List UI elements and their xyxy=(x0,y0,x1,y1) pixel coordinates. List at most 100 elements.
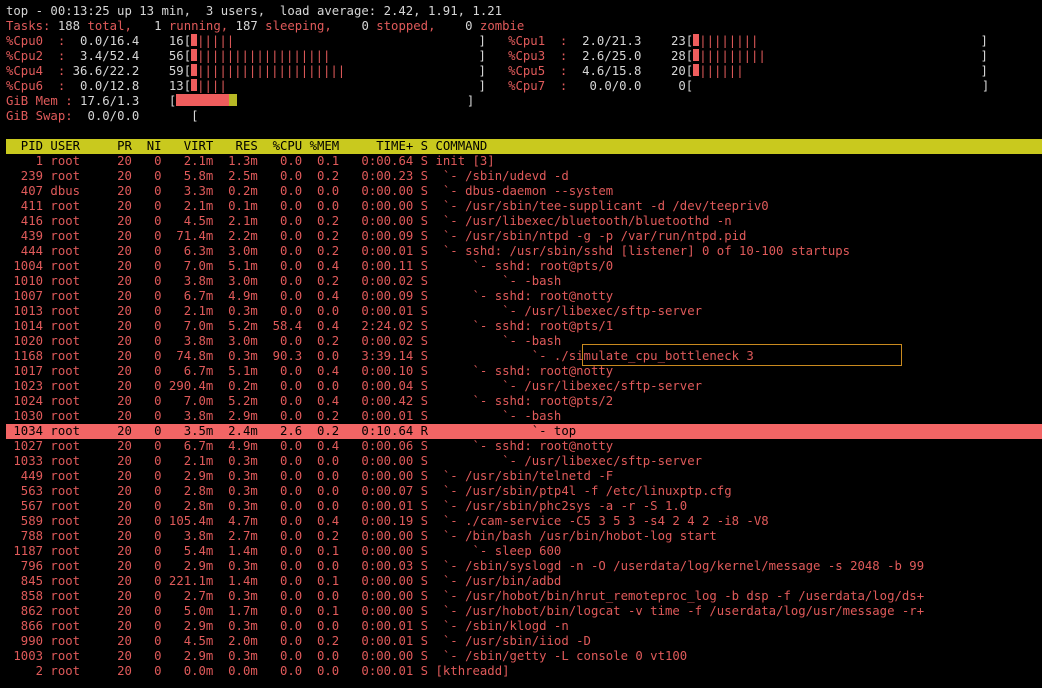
table-row[interactable]: 1010 root 20 0 3.8m 3.0m 0.0 0.2 0:00.02… xyxy=(6,274,1042,289)
cell-mem: 0.0 xyxy=(302,304,340,318)
table-row[interactable]: 1027 root 20 0 6.7m 4.9m 0.0 0.4 0:00.06… xyxy=(6,439,1042,454)
table-row[interactable]: 866 root 20 0 2.9m 0.3m 0.0 0.0 0:00.01 … xyxy=(6,619,1042,634)
cell-virt: 221.1m xyxy=(161,574,214,588)
table-row[interactable]: 1014 root 20 0 7.0m 5.2m 58.4 0.4 2:24.0… xyxy=(6,319,1042,334)
cell-virt: 7.0m xyxy=(161,319,214,333)
cell-time: 0:00.01 xyxy=(339,244,414,258)
cell-pid: 1 xyxy=(6,154,44,168)
cell-mem: 0.4 xyxy=(302,394,340,408)
cell-time: 0:00.00 xyxy=(339,214,414,228)
cell-pr: 20 xyxy=(109,214,132,228)
cell-ni: 0 xyxy=(131,334,162,348)
cell-pid: 1168 xyxy=(6,349,44,363)
cell-res: 0.0m xyxy=(213,664,258,678)
table-row[interactable]: 2 root 20 0 0.0m 0.0m 0.0 0.0 0:00.01 S … xyxy=(6,664,1042,679)
cpu-pct: 20 xyxy=(641,64,686,78)
cell-cpu: 0.0 xyxy=(257,499,303,513)
cell-cpu: 0.0 xyxy=(257,229,303,243)
mem-line: GiB Mem : 17.6/1.3 [ ] xyxy=(6,94,475,108)
cell-command: `- /usr/sbin/iiod -D xyxy=(428,634,591,648)
cell-time: 0:00.01 xyxy=(339,499,414,513)
table-row[interactable]: 411 root 20 0 2.1m 0.1m 0.0 0.0 0:00.00 … xyxy=(6,199,1042,214)
table-row[interactable]: 845 root 20 0 221.1m 1.4m 0.0 0.1 0:00.0… xyxy=(6,574,1042,589)
cell-state: S xyxy=(413,634,429,648)
cell-command: `- sshd: root@pts/0 xyxy=(428,259,614,273)
table-row-selected[interactable]: 1034 root 20 0 3.5m 2.4m 2.6 0.2 0:10.64… xyxy=(6,424,1042,439)
cell-time: 0:00.03 xyxy=(339,559,414,573)
cell-pr: 20 xyxy=(109,334,132,348)
table-row[interactable]: 1030 root 20 0 3.8m 2.9m 0.0 0.2 0:00.01… xyxy=(6,409,1042,424)
table-row[interactable]: 1003 root 20 0 2.9m 0.3m 0.0 0.0 0:00.00… xyxy=(6,649,1042,664)
table-row[interactable]: 1168 root 20 0 74.8m 0.3m 90.3 0.0 3:39.… xyxy=(6,349,1042,364)
table-row[interactable]: 796 root 20 0 2.9m 0.3m 0.0 0.0 0:00.03 … xyxy=(6,559,1042,574)
table-row[interactable]: 858 root 20 0 2.7m 0.3m 0.0 0.0 0:00.00 … xyxy=(6,589,1042,604)
cell-ni: 0 xyxy=(131,259,162,273)
cell-res: 5.1m xyxy=(213,259,258,273)
cell-pr: 20 xyxy=(109,154,132,168)
table-row[interactable]: 788 root 20 0 3.8m 2.7m 0.0 0.2 0:00.00 … xyxy=(6,529,1042,544)
cell-time: 0:00.09 xyxy=(339,229,414,243)
cell-command: `- sshd: /usr/sbin/sshd [listener] 0 of … xyxy=(428,244,851,258)
cell-command: `- sshd: root@notty xyxy=(428,364,614,378)
table-row[interactable]: 1017 root 20 0 6.7m 5.1m 0.0 0.4 0:00.10… xyxy=(6,364,1042,379)
cell-ni: 0 xyxy=(131,574,162,588)
cpu-bar-ticks: |||||| xyxy=(699,64,744,78)
cell-command: `- /usr/sbin/tee-supplicant -d /dev/teep… xyxy=(428,199,769,213)
table-row[interactable]: 563 root 20 0 2.8m 0.3m 0.0 0.0 0:00.07 … xyxy=(6,484,1042,499)
table-row[interactable]: 1033 root 20 0 2.1m 0.3m 0.0 0.0 0:00.00… xyxy=(6,454,1042,469)
cell-user: root xyxy=(43,289,110,303)
cell-pid: 1027 xyxy=(6,439,44,453)
table-row[interactable]: 1023 root 20 0 290.4m 0.2m 0.0 0.0 0:00.… xyxy=(6,379,1042,394)
cell-time: 0:00.00 xyxy=(339,454,414,468)
table-row[interactable]: 416 root 20 0 4.5m 2.1m 0.0 0.2 0:00.00 … xyxy=(6,214,1042,229)
table-row[interactable]: 862 root 20 0 5.0m 1.7m 0.0 0.1 0:00.00 … xyxy=(6,604,1042,619)
cpu-line: %Cpu6 : 0.0/12.8 13[|||| ] %Cpu7 : 0.0/0… xyxy=(6,79,1042,94)
cell-pr: 20 xyxy=(109,409,132,423)
cell-state: S xyxy=(413,469,429,483)
cell-state: S xyxy=(413,484,429,498)
cell-time: 0:00.02 xyxy=(339,274,414,288)
cell-mem: 0.0 xyxy=(302,484,340,498)
table-row[interactable]: 449 root 20 0 2.9m 0.3m 0.0 0.0 0:00.00 … xyxy=(6,469,1042,484)
cell-ni: 0 xyxy=(131,454,162,468)
cell-state: S xyxy=(413,544,429,558)
table-row[interactable]: 589 root 20 0 105.4m 4.7m 0.0 0.4 0:00.1… xyxy=(6,514,1042,529)
table-row[interactable]: 1 root 20 0 2.1m 1.3m 0.0 0.1 0:00.64 S … xyxy=(6,154,1042,169)
table-row[interactable]: 1004 root 20 0 7.0m 5.1m 0.0 0.4 0:00.11… xyxy=(6,259,1042,274)
table-row[interactable]: 444 root 20 0 6.3m 3.0m 0.0 0.2 0:00.01 … xyxy=(6,244,1042,259)
cell-pid: 1033 xyxy=(6,454,44,468)
cell-res: 1.4m xyxy=(213,574,258,588)
cell-pid: 858 xyxy=(6,589,44,603)
column-header-command: COMMAND xyxy=(428,139,488,153)
cell-user: root xyxy=(43,334,110,348)
table-row[interactable]: 439 root 20 0 71.4m 2.2m 0.0 0.2 0:00.09… xyxy=(6,229,1042,244)
cell-user: root xyxy=(43,559,110,573)
cell-pr: 20 xyxy=(109,574,132,588)
table-row[interactable]: 1187 root 20 0 5.4m 1.4m 0.0 0.1 0:00.00… xyxy=(6,544,1042,559)
cell-pid: 1020 xyxy=(6,334,44,348)
table-row[interactable]: 1013 root 20 0 2.1m 0.3m 0.0 0.0 0:00.01… xyxy=(6,304,1042,319)
cell-ni: 0 xyxy=(131,424,162,438)
cell-time: 0:00.00 xyxy=(339,544,414,558)
cell-ni: 0 xyxy=(131,274,162,288)
cell-res: 0.2m xyxy=(213,379,258,393)
table-row[interactable]: 1020 root 20 0 3.8m 3.0m 0.0 0.2 0:00.02… xyxy=(6,334,1042,349)
cell-command: `- /usr/sbin/phc2sys -a -r -S 1.0 xyxy=(428,499,688,513)
table-row[interactable]: 567 root 20 0 2.8m 0.3m 0.0 0.0 0:00.01 … xyxy=(6,499,1042,514)
column-header-bar[interactable]: PID USER PR NI VIRT RES %CPU %MEM TIME+ … xyxy=(6,139,1042,154)
table-row[interactable]: 407 dbus 20 0 3.3m 0.2m 0.0 0.0 0:00.00 … xyxy=(6,184,1042,199)
cell-state: S xyxy=(413,499,429,513)
cell-user: root xyxy=(43,229,110,243)
cell-virt: 6.7m xyxy=(161,364,214,378)
cell-pid: 2 xyxy=(6,664,44,678)
cell-pr: 20 xyxy=(109,349,132,363)
cell-cpu: 0.0 xyxy=(257,439,303,453)
cpu-us-sy: 2.6/25.0 xyxy=(567,49,642,63)
cell-user: root xyxy=(43,529,110,543)
cell-user: root xyxy=(43,259,110,273)
table-row[interactable]: 1024 root 20 0 7.0m 5.2m 0.0 0.4 0:00.42… xyxy=(6,394,1042,409)
table-row[interactable]: 1007 root 20 0 6.7m 4.9m 0.0 0.4 0:00.09… xyxy=(6,289,1042,304)
table-row[interactable]: 990 root 20 0 4.5m 2.0m 0.0 0.2 0:00.01 … xyxy=(6,634,1042,649)
table-row[interactable]: 239 root 20 0 5.8m 2.5m 0.0 0.2 0:00.23 … xyxy=(6,169,1042,184)
